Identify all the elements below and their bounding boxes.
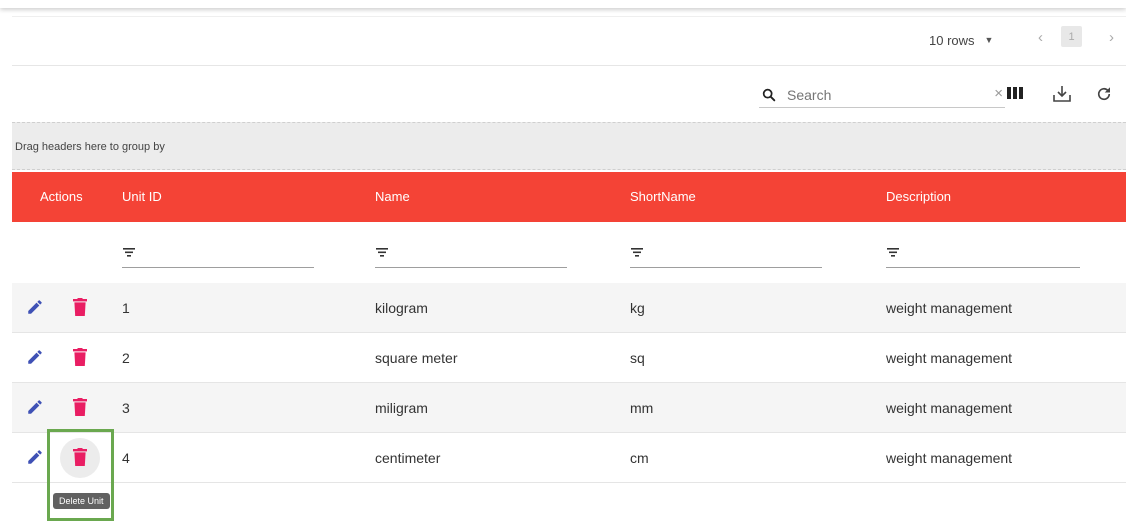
download-icon[interactable] [1052, 85, 1072, 103]
filter-icon [376, 248, 388, 257]
filter-short-name[interactable] [630, 242, 822, 268]
filter-row [12, 222, 1126, 282]
view-column-icon[interactable] [1006, 85, 1024, 101]
filter-icon [887, 248, 899, 257]
search-icon [762, 88, 776, 102]
cell-name: centimeter [375, 450, 441, 466]
cell-short-name: sq [630, 350, 645, 366]
delete-icon[interactable] [73, 348, 87, 366]
cell-unit-id: 1 [122, 300, 130, 316]
table-row: 4 centimeter cm weight management [12, 433, 1126, 483]
cell-description: weight management [886, 450, 1013, 466]
column-header-name[interactable]: Name [375, 189, 410, 204]
group-by-hint: Drag headers here to group by [15, 141, 165, 153]
filter-name[interactable] [375, 242, 567, 268]
delete-icon[interactable] [73, 398, 87, 416]
toolbar: × [12, 65, 1126, 121]
column-header-unit-id[interactable]: Unit ID [122, 189, 162, 204]
filter-unit-id[interactable] [122, 242, 314, 268]
column-header-description[interactable]: Description [886, 189, 951, 204]
previous-page-button[interactable]: ‹ [1038, 29, 1043, 46]
edit-icon[interactable] [26, 398, 44, 416]
cell-name: square meter [375, 350, 458, 366]
delete-icon[interactable] [73, 298, 87, 316]
rows-per-page-select[interactable]: 10 rows ▼ [929, 29, 993, 51]
cell-description: weight management [886, 350, 1013, 366]
cell-unit-id: 4 [122, 450, 130, 466]
edit-icon[interactable] [26, 448, 44, 466]
search-box: × [759, 83, 1005, 108]
refresh-icon[interactable] [1095, 85, 1113, 103]
filter-icon [631, 248, 643, 257]
cell-unit-id: 2 [122, 350, 130, 366]
highlight-box [47, 429, 114, 521]
edit-icon[interactable] [26, 348, 44, 366]
table-row: 2 square meter sq weight management [12, 333, 1126, 383]
search-input[interactable] [785, 86, 959, 104]
group-by-area[interactable]: Drag headers here to group by [12, 122, 1126, 170]
cell-description: weight management [886, 400, 1013, 416]
filter-description[interactable] [886, 242, 1080, 268]
clear-search-button[interactable]: × [994, 85, 1003, 102]
table-row: 1 kilogram kg weight management [12, 283, 1126, 333]
current-page-button[interactable]: 1 [1061, 26, 1082, 47]
cell-name: miligram [375, 400, 428, 416]
cell-name: kilogram [375, 300, 428, 316]
top-divider [0, 0, 1126, 8]
pagination-bar: 10 rows ▼ ‹ 1 › [12, 16, 1126, 66]
edit-icon[interactable] [26, 298, 44, 316]
column-header-short-name[interactable]: ShortName [630, 189, 696, 204]
table-row: 3 miligram mm weight management [12, 383, 1126, 433]
next-page-button[interactable]: › [1109, 29, 1114, 46]
cell-description: weight management [886, 300, 1013, 316]
table-header: Actions Unit ID Name ShortName Descripti… [12, 172, 1126, 222]
cell-short-name: mm [630, 400, 654, 416]
filter-icon [123, 248, 135, 257]
cell-unit-id: 3 [122, 400, 130, 416]
cell-short-name: kg [630, 300, 645, 316]
cell-short-name: cm [630, 450, 649, 466]
column-header-actions: Actions [40, 189, 83, 204]
chevron-down-icon: ▼ [984, 35, 994, 45]
table-view: 10 rows ▼ ‹ 1 › × [0, 0, 1126, 527]
rows-per-page-label: 10 rows [929, 32, 975, 48]
